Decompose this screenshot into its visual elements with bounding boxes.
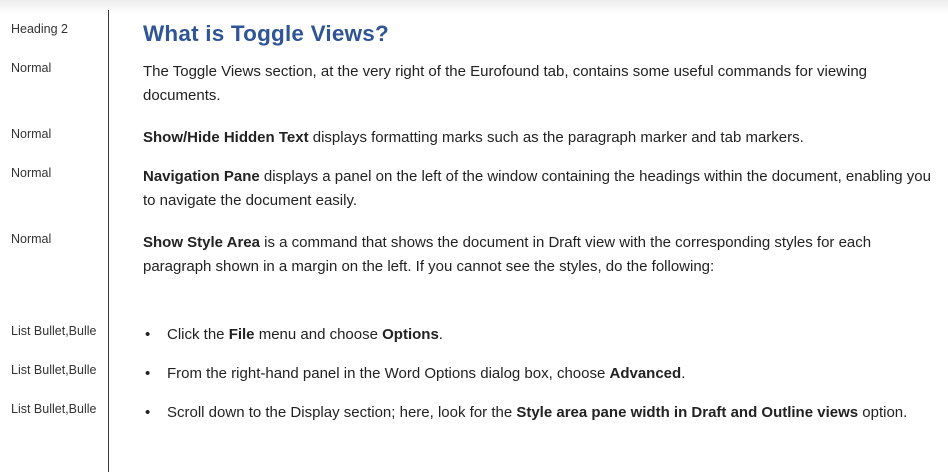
list-item-text: From the right-hand panel in the Word Op… [167,365,686,382]
paragraph-show-style-area: Show Style Area is a command that shows … [143,231,943,279]
style-label-normal: Normal [11,127,52,141]
bullet-icon: • [145,326,151,343]
style-label-normal: Normal [11,232,52,246]
paragraph-navigation-pane: Navigation Pane displays a panel on the … [143,165,943,213]
bold-term: Show Style Area [143,234,260,251]
document-body[interactable]: What is Toggle Views? The Toggle Views s… [143,0,948,472]
style-area-pane: Heading 2 Normal Normal Normal Normal Li… [0,0,108,472]
list-item-text: Click the File menu and choose Options. [167,326,443,343]
style-label-list-bullet: List Bullet,Bulle [11,324,97,338]
paragraph-text: displays a panel on the left of the wind… [143,168,931,209]
style-label-normal: Normal [11,166,52,180]
bullet-icon: • [145,365,151,382]
bold-term: Navigation Pane [143,168,260,185]
bullet-icon: • [145,404,151,421]
style-label-heading: Heading 2 [11,22,68,36]
style-area-divider[interactable] [108,10,109,472]
bold-term: Show/Hide Hidden Text [143,129,309,146]
list-item-text: Scroll down to the Display section; here… [167,404,908,421]
style-label-list-bullet: List Bullet,Bulle [11,363,97,377]
style-label-normal: Normal [11,61,52,75]
paragraph-text: displays formatting marks such as the pa… [308,129,804,146]
paragraph-show-hide: Show/Hide Hidden Text displays formattin… [143,126,943,150]
heading-title: What is Toggle Views? [143,21,389,46]
style-label-list-bullet: List Bullet,Bulle [11,402,97,416]
paragraph-intro: The Toggle Views section, at the very ri… [143,63,868,104]
